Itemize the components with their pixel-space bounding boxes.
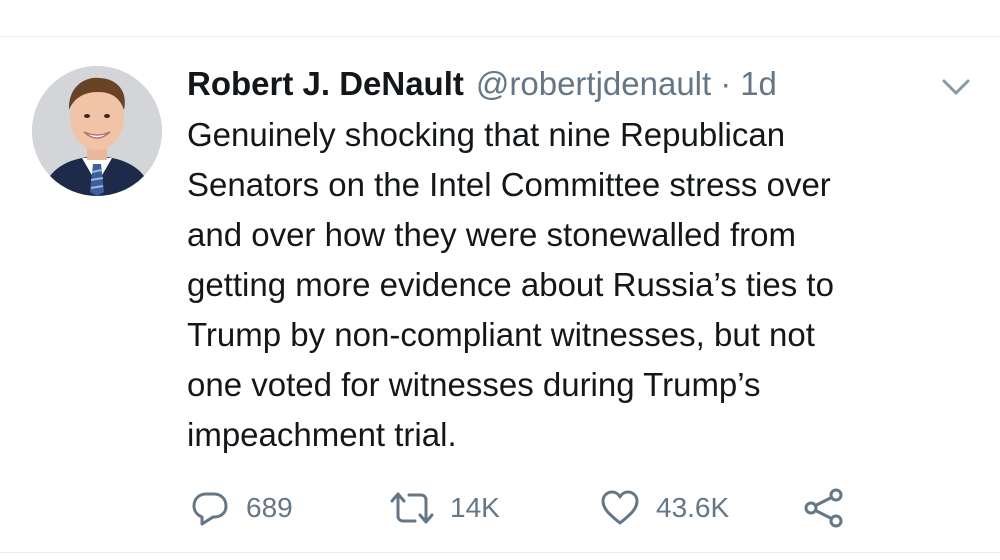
tweet-text-line: and over how they were stonewalled from [187, 216, 796, 253]
retweet-icon [390, 492, 434, 524]
retweet-button[interactable]: 14K [388, 486, 500, 530]
reply-count: 689 [246, 492, 293, 523]
profile-photo-icon [32, 66, 162, 196]
action-bar: 689 14K 43.6K [188, 486, 888, 530]
chevron-down-icon[interactable] [936, 72, 976, 102]
reply-icon [192, 492, 228, 526]
timestamp[interactable]: 1d [740, 62, 777, 106]
tweet-text-line: one voted for witnesses during Trump’s [187, 366, 761, 403]
tweet-text-line: Senators on the Intel Committee stress o… [187, 166, 831, 203]
tweet-card[interactable]: Robert J. DeNault @robertjdenault · 1d G… [0, 0, 1000, 560]
share-icon [804, 488, 843, 528]
tweet-text-line: getting more evidence about Russia’s tie… [187, 266, 834, 303]
share-button[interactable] [802, 486, 846, 530]
like-button[interactable]: 43.6K [598, 486, 729, 530]
user-handle[interactable]: @robertjdenault [476, 62, 711, 106]
avatar[interactable] [32, 66, 162, 196]
bottom-divider [0, 552, 1000, 553]
reply-button[interactable]: 689 [188, 486, 293, 530]
tweet-text-line: Trump by non-compliant witnesses, but no… [187, 316, 815, 353]
tweet-text-line: Genuinely shocking that nine Republican [187, 116, 786, 153]
display-name[interactable]: Robert J. DeNault [187, 62, 464, 106]
heart-icon [601, 490, 639, 525]
tweet-text: Genuinely shocking that nine Republican … [187, 110, 977, 460]
tweet-header: Robert J. DeNault @robertjdenault · 1d [187, 62, 777, 106]
tweet-text-line: impeachment trial. [187, 416, 457, 453]
retweet-count: 14K [450, 492, 500, 523]
like-count: 43.6K [656, 492, 730, 523]
separator-dot: · [720, 65, 732, 102]
top-divider [0, 36, 1000, 37]
